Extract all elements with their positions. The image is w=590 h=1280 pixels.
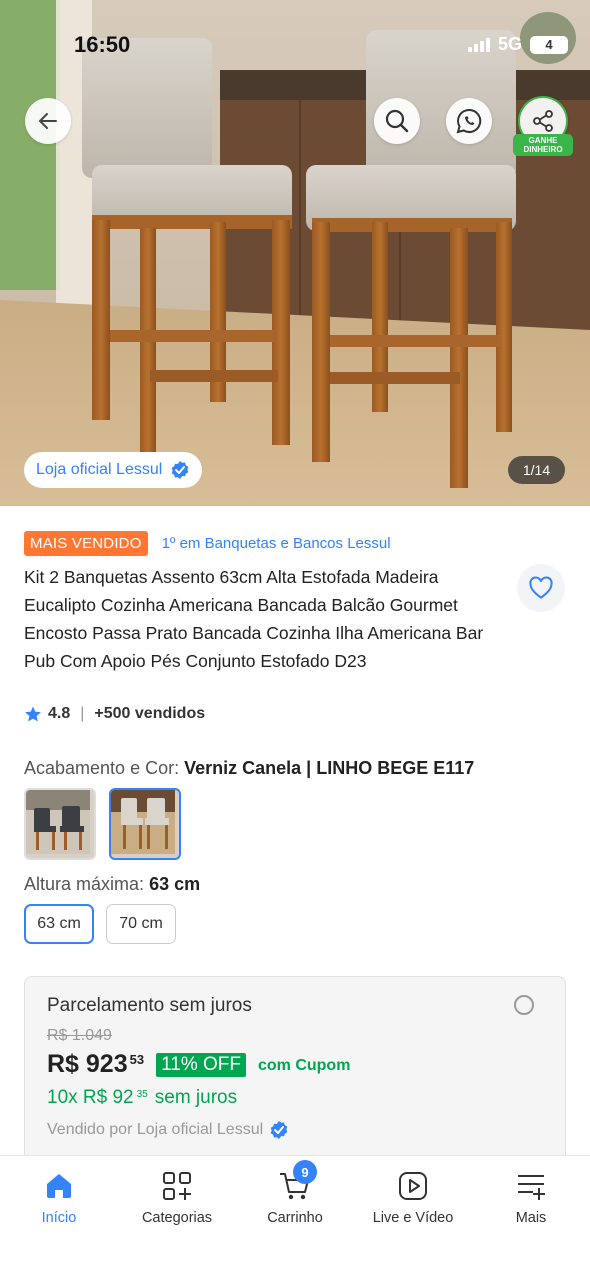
- menu-plus-icon: [518, 1175, 545, 1200]
- share-icon: [533, 110, 553, 132]
- price-row: R$ 923 53 11% OFF com Cupom: [47, 1050, 350, 1079]
- installment-suffix: sem juros: [154, 1087, 238, 1108]
- categories-icon: [163, 1172, 191, 1200]
- status-time: 16:50: [74, 32, 131, 57]
- earn-money-badge: GANHE DINHEIRO: [513, 134, 573, 156]
- nav-cart-label: Carrinho: [267, 1210, 323, 1226]
- cart-count-badge: 9: [293, 1160, 317, 1184]
- nav-live-video-label: Live e Vídeo: [372, 1210, 454, 1226]
- height-options: 63 cm 70 cm: [24, 904, 176, 944]
- height-option-63[interactable]: 63 cm: [24, 904, 94, 944]
- image-counter: 1/14: [508, 456, 565, 484]
- nav-categories-label: Categorias: [141, 1210, 213, 1226]
- battery-icon: 4: [530, 35, 568, 54]
- variant-thumb-dark[interactable]: [24, 788, 96, 860]
- network-label: 5G: [497, 34, 522, 54]
- whatsapp-share-button[interactable]: [446, 98, 492, 144]
- finish-color-caption: Acabamento e Cor:: [24, 758, 180, 778]
- best-seller-badge: MAIS VENDIDO: [24, 531, 148, 556]
- original-price: R$ 1.049: [47, 1027, 112, 1044]
- product-photo: [0, 0, 590, 506]
- installment-title: Parcelamento sem juros: [47, 995, 252, 1016]
- status-indicators: 5G 4: [467, 34, 568, 55]
- coupon-label: com Cupom: [257, 1057, 351, 1074]
- share-earn-button[interactable]: GANHE DINHEIRO: [512, 96, 576, 160]
- height-caption: Altura máxima:: [24, 874, 145, 894]
- height-option-70[interactable]: 70 cm: [106, 904, 176, 944]
- whatsapp-icon: [456, 108, 482, 134]
- nav-categories[interactable]: Categorias: [118, 1156, 236, 1280]
- verified-icon: [171, 461, 189, 479]
- divider: |: [80, 705, 85, 722]
- star-icon: [25, 706, 41, 722]
- installment-cents: 35: [136, 1089, 148, 1100]
- search-button[interactable]: [374, 98, 420, 144]
- nav-more-label: Mais: [515, 1210, 547, 1226]
- arrow-left-icon: [39, 113, 57, 129]
- nav-home-label: Início: [41, 1210, 77, 1226]
- current-price: R$ 923: [47, 1050, 128, 1078]
- nav-cart[interactable]: 9 Carrinho: [236, 1156, 354, 1280]
- heart-icon: [529, 576, 553, 599]
- rating-row[interactable]: 4.8 | +500 vendidos: [24, 705, 205, 723]
- search-icon: [385, 109, 409, 133]
- installment-option-card[interactable]: Parcelamento sem juros R$ 1.049 R$ 923 5…: [24, 976, 566, 1176]
- favorite-button[interactable]: [517, 564, 565, 612]
- installment-text: 10x R$ 92 35 sem juros: [47, 1087, 237, 1109]
- sold-count: +500 vendidos: [94, 705, 206, 722]
- nav-home[interactable]: Início: [0, 1156, 118, 1280]
- seller-text: Vendido por Loja oficial Lessul: [47, 1121, 264, 1138]
- signal-icon: [467, 37, 490, 52]
- back-button[interactable]: [25, 98, 71, 144]
- finish-color-value: Verniz Canela | LINHO BEGE E117: [184, 758, 475, 778]
- height-value: 63 cm: [149, 874, 201, 894]
- verified-icon: [270, 1121, 288, 1139]
- variant-dark-image: [26, 790, 90, 854]
- ranking-link[interactable]: 1º em Banquetas e Bancos Lessul: [162, 535, 391, 552]
- play-icon: [399, 1172, 427, 1200]
- home-icon: [47, 1174, 71, 1198]
- installment-prefix: 10x R$ 92: [47, 1087, 134, 1108]
- height-label: Altura máxima: 63 cm: [24, 874, 200, 895]
- discount-badge: 11% OFF: [156, 1053, 246, 1077]
- bottom-navigation: Início Categorias 9 Carrinho Live e Víde…: [0, 1155, 590, 1280]
- badge-row: MAIS VENDIDO 1º em Banquetas e Bancos Le…: [24, 531, 391, 556]
- current-price-cents: 53: [129, 1052, 145, 1067]
- earn-badge-text: GANHE DINHEIRO: [523, 136, 563, 154]
- variant-thumb-beige[interactable]: [109, 788, 181, 860]
- product-image-gallery[interactable]: 16:50 5G 4 GANHE DINHEIRO Loja oficial L…: [0, 0, 590, 506]
- nav-more[interactable]: Mais: [472, 1156, 590, 1280]
- nav-live-video[interactable]: Live e Vídeo: [354, 1156, 472, 1280]
- color-variants: [24, 788, 181, 860]
- rating-value: 4.8: [48, 705, 71, 722]
- seller-line[interactable]: Vendido por Loja oficial Lessul: [47, 1120, 289, 1140]
- installment-radio[interactable]: [514, 995, 534, 1015]
- store-label: Loja oficial Lessul: [36, 461, 163, 478]
- variant-beige-image: [111, 790, 175, 854]
- finish-color-label: Acabamento e Cor: Verniz Canela | LINHO …: [24, 758, 474, 779]
- product-title: Kit 2 Banquetas Assento 63cm Alta Estofa…: [24, 567, 484, 671]
- official-store-pill[interactable]: Loja oficial Lessul: [24, 452, 203, 488]
